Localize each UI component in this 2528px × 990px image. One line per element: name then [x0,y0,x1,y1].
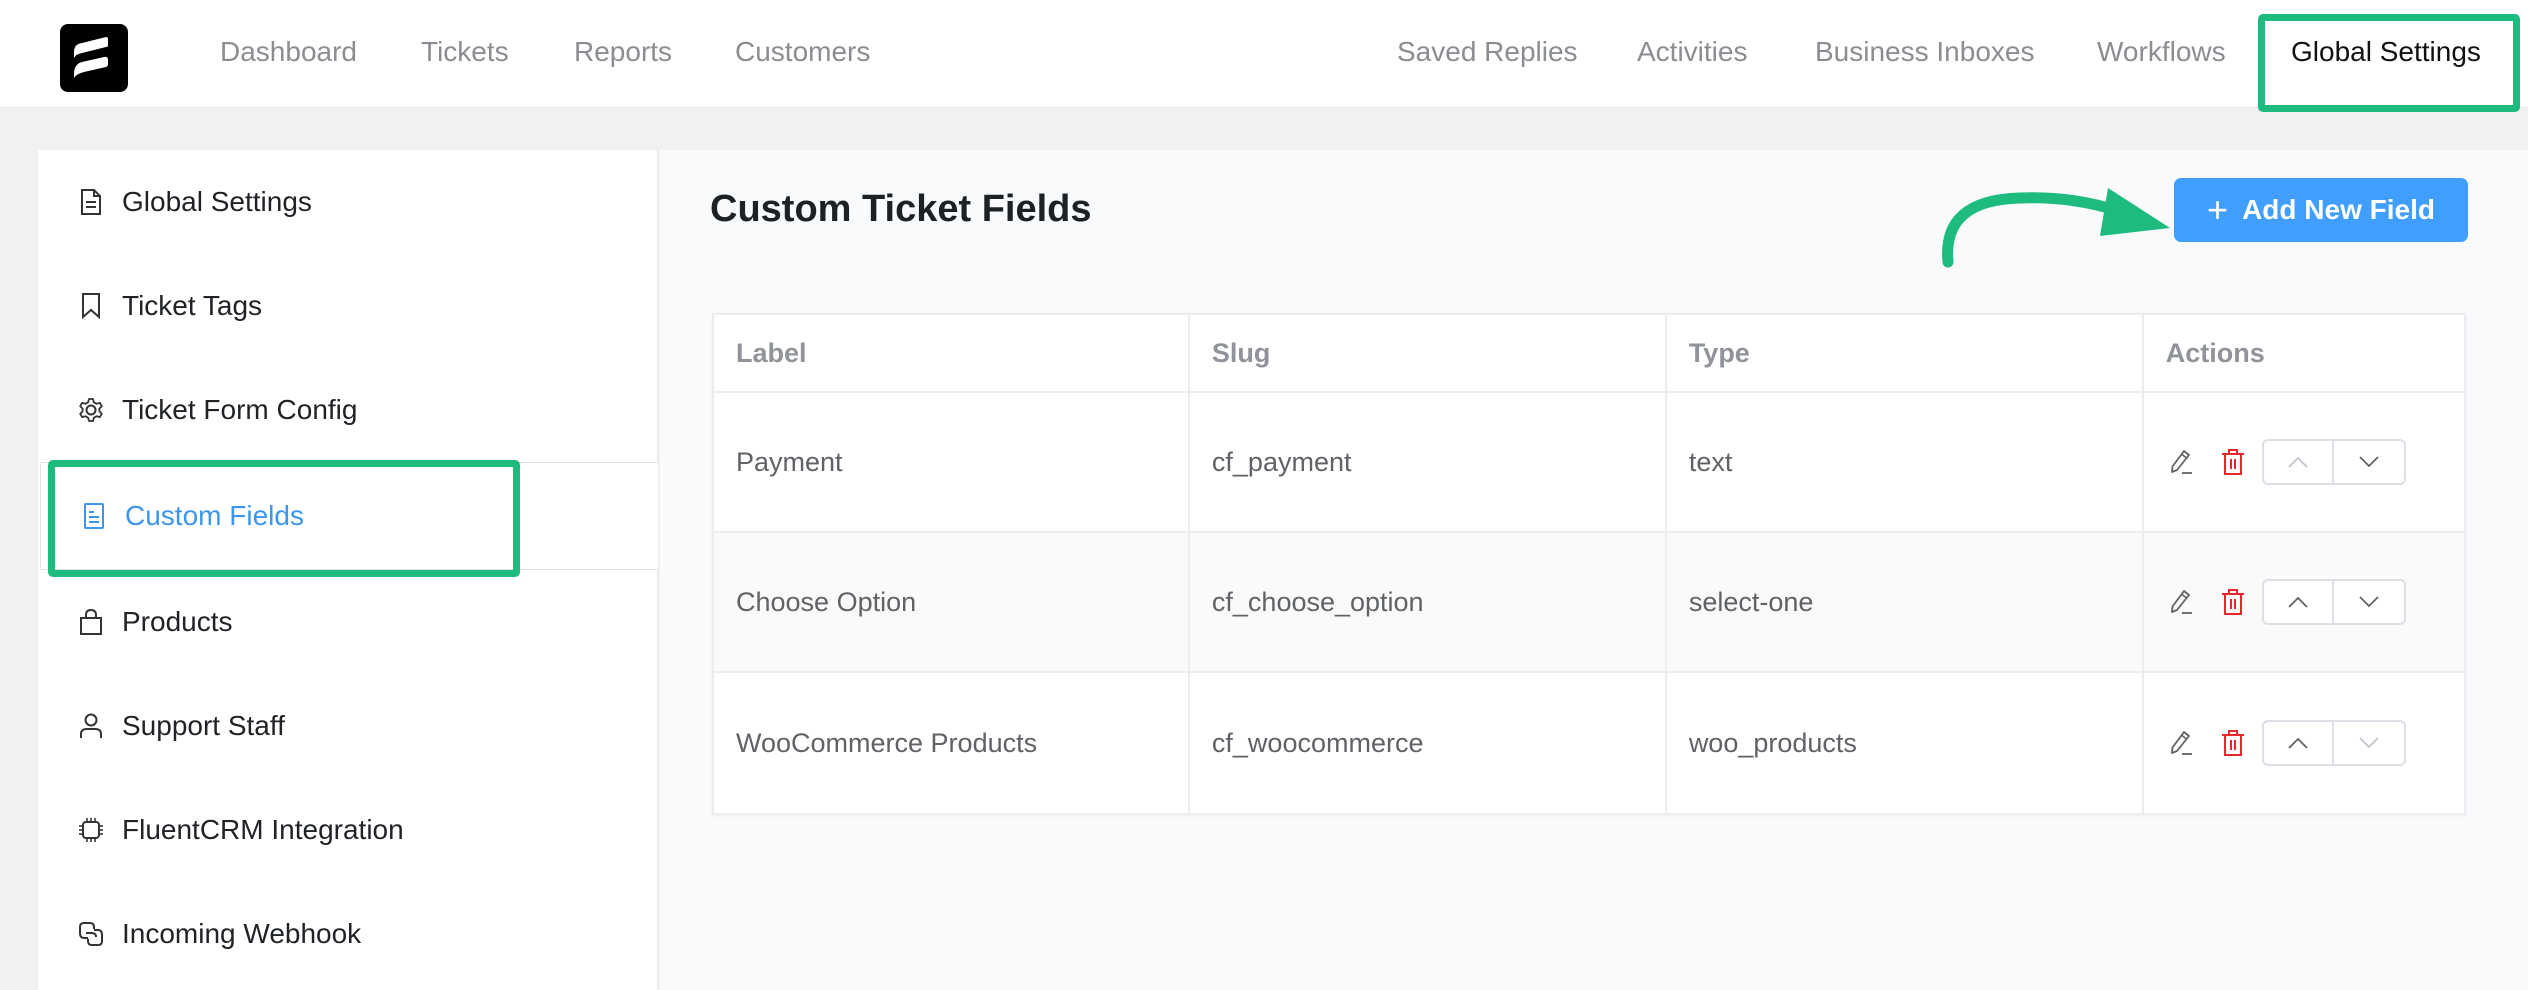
custom-fields-table: Label Slug Type Actions Payment cf_payme… [712,313,2466,815]
table-row: Payment cf_payment text [714,393,2464,533]
chevron-up-icon [2288,596,2308,608]
actions-cell [2144,673,2464,813]
field-label-cell: Payment [714,393,1190,531]
sidebar-item-label: Custom Fields [125,500,304,531]
move-up-button[interactable] [2264,441,2334,483]
move-down-button[interactable] [2334,441,2404,483]
delete-trash-icon[interactable] [2216,726,2250,760]
nav-workflows[interactable]: Workflows [2097,30,2226,74]
user-icon [78,713,104,739]
reorder-button-group [2261,439,2406,485]
app-logo[interactable] [60,24,128,92]
logo-icon [74,37,108,78]
sidebar-item-label: Global Settings [122,186,312,217]
nav-dashboard[interactable]: Dashboard [220,30,357,74]
sidebar-item-label: Products [122,606,233,637]
bookmark-icon [78,293,104,319]
gear-icon [78,397,104,423]
page-title: Custom Ticket Fields [710,188,1092,230]
link-icon [78,921,104,947]
sidebar-item-label: FluentCRM Integration [122,814,404,845]
field-slug-cell: cf_choose_option [1190,533,1667,671]
delete-trash-icon[interactable] [2216,585,2250,619]
main-content: Custom Ticket Fields + Add New Field Lab… [660,150,2528,990]
field-type-cell: select-one [1667,533,2144,671]
sidebar-item-global-settings[interactable]: Global Settings [38,150,658,254]
sidebar-item-custom-fields[interactable]: Custom Fields [40,462,658,570]
sidebar-item-incoming-webhook[interactable]: Incoming Webhook [38,882,658,986]
column-header-slug: Slug [1190,315,1667,391]
chevron-down-icon [2359,596,2379,608]
sidebar-item-ticket-form-config[interactable]: Ticket Form Config [38,358,658,462]
sidebar-item-label: Support Staff [122,710,285,741]
add-new-field-label: Add New Field [2242,194,2435,225]
delete-trash-icon[interactable] [2216,445,2250,479]
edit-icon[interactable] [2166,445,2200,479]
sidebar-item-fluentcrm-integration[interactable]: FluentCRM Integration [38,778,658,882]
actions-cell [2144,533,2464,671]
sidebar-item-products[interactable]: Products [38,570,658,674]
move-up-button[interactable] [2264,581,2334,623]
chevron-down-icon [2359,456,2379,468]
annotation-arrow-icon [1942,188,2170,268]
chevron-up-icon [2288,456,2308,468]
document-icon [78,189,104,215]
nav-business-inboxes[interactable]: Business Inboxes [1815,30,2034,74]
table-row: WooCommerce Products cf_woocommerce woo_… [714,673,2464,813]
nav-activities[interactable]: Activities [1637,30,1747,74]
field-slug-cell: cf_payment [1190,393,1667,531]
column-header-type: Type [1667,315,2144,391]
column-header-actions: Actions [2165,337,2265,368]
nav-reports[interactable]: Reports [574,30,672,74]
plus-icon: + [2207,189,2229,230]
move-down-button[interactable] [2334,581,2404,623]
edit-icon[interactable] [2166,726,2200,760]
form-document-icon [81,503,107,529]
actions-cell [2144,393,2464,531]
field-label-cell: Choose Option [714,533,1190,671]
reorder-button-group [2261,579,2406,625]
nav-global-settings[interactable]: Global Settings [2291,30,2481,74]
nav-saved-replies[interactable]: Saved Replies [1397,30,1578,74]
edit-icon[interactable] [2166,585,2200,619]
top-navbar: Dashboard Tickets Reports Customers Save… [0,0,2528,108]
move-down-button[interactable] [2334,722,2404,764]
move-up-button[interactable] [2264,722,2334,764]
nav-tickets[interactable]: Tickets [421,30,509,74]
table-row: Choose Option cf_choose_option select-on… [714,533,2464,673]
settings-sidebar: Global Settings Ticket Tags Ticket Form … [38,150,658,990]
column-header-label: Label [714,315,1190,391]
shopping-bag-icon [78,609,104,635]
field-slug-cell: cf_woocommerce [1190,673,1667,813]
reorder-button-group [2261,720,2406,766]
add-new-field-button[interactable]: + Add New Field [2174,178,2468,242]
sidebar-item-support-staff[interactable]: Support Staff [38,674,658,778]
table-header-row: Label Slug Type Actions [714,315,2464,393]
chip-icon [78,817,104,843]
field-type-cell: woo_products [1667,673,2144,813]
sidebar-item-label: Ticket Tags [122,290,263,321]
field-label-cell: WooCommerce Products [714,673,1190,813]
nav-customers[interactable]: Customers [735,30,870,74]
chevron-down-icon [2359,737,2379,749]
sidebar-item-label: Ticket Form Config [122,394,358,425]
field-type-cell: text [1667,393,2144,531]
sidebar-item-label: Incoming Webhook [122,918,362,949]
chevron-up-icon [2288,737,2308,749]
sidebar-item-ticket-tags[interactable]: Ticket Tags [38,254,658,358]
